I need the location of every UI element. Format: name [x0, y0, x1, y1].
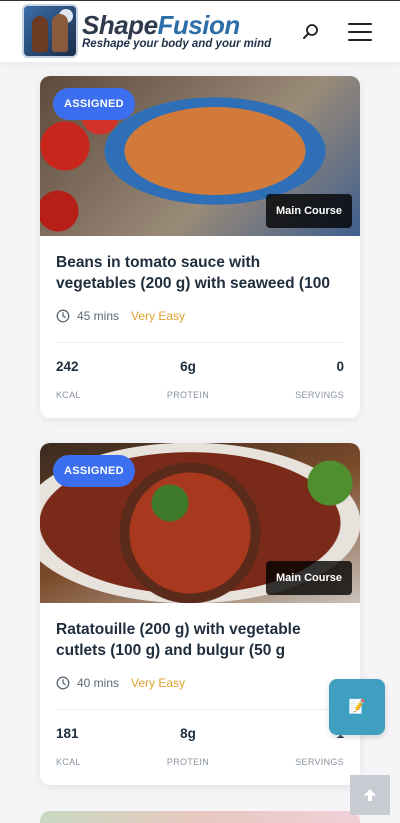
nutrition-stats: 242 KCAL 6g PROTEIN 0 SERVINGS	[56, 343, 344, 418]
servings-value: 0	[336, 359, 344, 374]
difficulty-label: Very Easy	[131, 309, 186, 323]
site-logo[interactable]: ShapeFusion Reshape your body and your m…	[22, 4, 271, 58]
protein-label: PROTEIN	[166, 757, 210, 767]
cook-time: 45 mins	[77, 309, 120, 323]
clock-icon	[56, 676, 70, 690]
recipe-card[interactable]: ASSIGNED Main Course Beans in tomato sau…	[40, 76, 360, 418]
protein-value: 8g	[180, 726, 196, 741]
recipe-image[interactable]: ASSIGNED Main Course	[40, 76, 360, 236]
recipe-title[interactable]: Ratatouille (200 g) with vegetable cutle…	[56, 619, 344, 661]
search-icon[interactable]	[302, 23, 320, 41]
hamburger-menu-icon[interactable]	[348, 23, 372, 41]
recipe-image[interactable]: ASSIGNED Main Course	[40, 443, 360, 603]
memo-button[interactable]: 📝	[329, 679, 385, 735]
arrow-up-icon	[364, 789, 376, 801]
memo-icon: 📝	[348, 699, 366, 715]
recipe-title[interactable]: Beans in tomato sauce with vegetables (2…	[56, 252, 344, 294]
nutrition-stats: 181 KCAL 8g PROTEIN 1 SERVINGS	[56, 710, 344, 785]
category-badge: Main Course	[265, 194, 352, 228]
scroll-to-top-button[interactable]	[350, 775, 390, 815]
category-badge: Main Course	[265, 561, 352, 595]
kcal-value: 242	[56, 359, 79, 374]
clock-icon	[56, 309, 70, 323]
logo-title-shape: Shape	[82, 9, 158, 40]
protein-value: 6g	[180, 359, 196, 374]
assigned-badge: ASSIGNED	[53, 455, 135, 487]
difficulty-label: Very Easy	[131, 676, 186, 690]
recipe-card-partial[interactable]	[40, 811, 360, 823]
servings-label: SERVINGS	[295, 757, 344, 767]
logo-title: ShapeFusion	[82, 12, 271, 38]
site-header: ShapeFusion Reshape your body and your m…	[0, 0, 400, 62]
protein-label: PROTEIN	[166, 390, 210, 400]
kcal-label: KCAL	[56, 390, 81, 400]
kcal-value: 181	[56, 726, 79, 741]
logo-title-fusion: Fusion	[157, 9, 241, 40]
recipe-card[interactable]: ASSIGNED Main Course Ratatouille (200 g)…	[40, 443, 360, 785]
logo-tagline: Reshape your body and your mind	[82, 37, 272, 50]
servings-label: SERVINGS	[295, 390, 344, 400]
assigned-badge: ASSIGNED	[53, 88, 135, 120]
kcal-label: KCAL	[56, 757, 81, 767]
logo-image	[22, 4, 78, 58]
cook-time: 40 mins	[77, 676, 120, 690]
